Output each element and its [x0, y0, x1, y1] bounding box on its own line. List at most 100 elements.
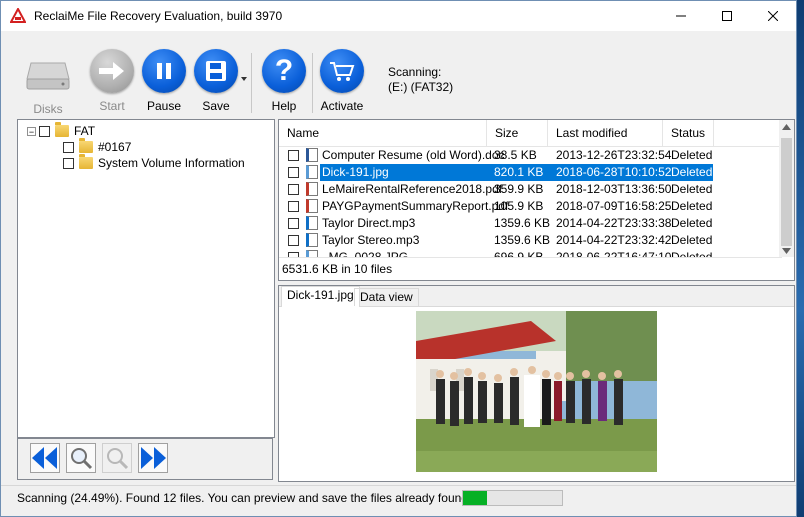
- pause-icon: [142, 49, 186, 93]
- pause-label: Pause: [146, 99, 182, 113]
- row-checkbox[interactable]: [288, 235, 299, 246]
- row-checkbox[interactable]: [288, 167, 299, 178]
- activate-button[interactable]: Activate: [315, 49, 369, 113]
- toolbar-separator: [251, 53, 252, 113]
- table-row[interactable]: Taylor Stereo.mp3 1359.6 KB 2014-04-22T23:…: [279, 232, 779, 249]
- disk-drive-icon: [26, 62, 80, 90]
- folder-icon: [79, 138, 93, 153]
- file-size: 359.9 KB: [494, 182, 544, 196]
- file-list-header: Name Size Last modified Status: [279, 120, 779, 147]
- file-name: PAYGPaymentSummaryReport.pdf: [322, 199, 509, 213]
- scroll-up-icon[interactable]: [782, 124, 791, 130]
- magnifier-icon: [71, 448, 93, 470]
- file-name: Dick-191.jpg: [322, 164, 389, 181]
- file-modified: 2013-12-26T23:32:54: [556, 148, 672, 162]
- file-modified: 2018-07-09T16:58:25: [556, 199, 672, 213]
- file-list[interactable]: Name Size Last modified Status Computer …: [278, 119, 795, 281]
- file-modified: 2018-06-28T10:10:52: [556, 164, 672, 181]
- shopping-cart-icon: [320, 49, 364, 93]
- table-row[interactable]: LeMaireRentalReference2018.pdf 359.9 KB 20…: [279, 181, 779, 198]
- file-name: Computer Resume (old Word).doc: [322, 148, 505, 162]
- double-left-arrow-icon: [32, 447, 57, 469]
- preview-tabs: Dick-191.jpg Data view: [279, 286, 794, 307]
- start-label: Start: [99, 99, 125, 113]
- collapse-icon[interactable]: −: [27, 126, 36, 136]
- tab-data-view[interactable]: Data view: [354, 288, 419, 306]
- file-status: Deleted: [671, 182, 713, 196]
- tab-image-preview[interactable]: Dick-191.jpg: [281, 286, 360, 307]
- file-status: Deleted: [671, 199, 713, 213]
- file-type-icon: [306, 165, 318, 179]
- scroll-thumb[interactable]: [781, 138, 792, 246]
- column-header-size[interactable]: Size: [487, 120, 548, 146]
- tree-checkbox[interactable]: [63, 157, 74, 169]
- file-list-scrollbar[interactable]: [779, 120, 794, 257]
- question-mark-icon: ?: [262, 49, 306, 93]
- tree-item-system-volume-information[interactable]: System Volume Information: [63, 154, 245, 171]
- progress-fill: [463, 491, 487, 505]
- preview-image: [416, 311, 657, 472]
- folder-tree[interactable]: − FAT #0167 System Volume Information: [17, 119, 275, 438]
- scanning-drive: (E:) (FAT32): [388, 80, 454, 94]
- window-title: ReclaiMe File Recovery Evaluation, build…: [34, 9, 283, 23]
- folder-icon: [79, 154, 93, 169]
- start-button[interactable]: Start: [85, 49, 139, 113]
- file-name: Taylor Stereo.mp3: [322, 233, 420, 247]
- close-button[interactable]: [750, 1, 796, 31]
- help-button[interactable]: ? Help: [257, 49, 311, 113]
- back-button[interactable]: [30, 443, 60, 473]
- table-row[interactable]: PAYGPaymentSummaryReport.pdf 105.9 KB 2018…: [279, 198, 779, 215]
- row-checkbox[interactable]: [288, 201, 299, 212]
- row-checkbox[interactable]: [288, 218, 299, 229]
- tree-item-0167[interactable]: #0167: [63, 138, 131, 155]
- forward-button[interactable]: [138, 443, 168, 473]
- row-checkbox[interactable]: [288, 150, 299, 161]
- tree-checkbox[interactable]: [63, 141, 74, 153]
- file-summary: 6531.6 KB in 10 files: [279, 257, 782, 280]
- maximize-button[interactable]: [704, 1, 750, 31]
- file-type-icon: [306, 148, 318, 162]
- column-header-status[interactable]: Status: [663, 120, 714, 146]
- column-header-modified[interactable]: Last modified: [548, 120, 663, 146]
- status-text: Scanning (24.49%). Found 12 files. You c…: [17, 491, 472, 505]
- scroll-down-icon[interactable]: [782, 248, 791, 254]
- save-label: Save: [202, 99, 230, 113]
- tree-item-root[interactable]: − FAT: [27, 122, 96, 139]
- table-row[interactable]: Computer Resume (old Word).doc 38.5 KB 201…: [279, 147, 779, 164]
- file-status: Deleted: [671, 233, 713, 247]
- minimize-button[interactable]: [658, 1, 704, 31]
- tree-item-label: FAT: [74, 124, 96, 138]
- disks-button[interactable]: Disks: [21, 49, 80, 116]
- file-type-icon: [306, 233, 318, 247]
- file-modified: 2018-12-03T13:36:50: [556, 182, 672, 196]
- search-off-button[interactable]: [102, 443, 132, 473]
- file-type-icon: [306, 216, 318, 230]
- file-modified: 2014-04-22T23:33:38: [556, 216, 672, 230]
- file-size: 1359.6 KB: [494, 233, 551, 247]
- search-button[interactable]: [66, 443, 96, 473]
- file-modified: 2014-04-22T23:32:42: [556, 233, 672, 247]
- app-window: ReclaiMe File Recovery Evaluation, build…: [0, 0, 797, 517]
- column-header-name[interactable]: Name: [279, 120, 487, 146]
- file-size: 820.1 KB: [494, 164, 544, 181]
- file-size: 38.5 KB: [494, 148, 537, 162]
- title-bar: ReclaiMe File Recovery Evaluation, build…: [1, 1, 796, 31]
- tree-item-label: System Volume Information: [98, 156, 245, 170]
- activate-label: Activate: [320, 99, 364, 113]
- scan-progress-bar: [462, 490, 563, 506]
- pause-button[interactable]: Pause: [137, 49, 191, 113]
- start-arrow-icon: [90, 49, 134, 93]
- file-status: Deleted: [671, 164, 713, 181]
- help-label: Help: [271, 99, 297, 113]
- table-row[interactable]: Dick-191.jpg 820.1 KB 2018-06-28T10:10:52 D…: [279, 164, 779, 181]
- save-dropdown-icon[interactable]: [241, 77, 247, 81]
- row-checkbox[interactable]: [288, 184, 299, 195]
- save-button[interactable]: Save: [189, 49, 243, 113]
- folder-icon: [55, 122, 69, 137]
- status-bar: Scanning (24.49%). Found 12 files. You c…: [1, 485, 796, 511]
- scanning-label: Scanning:: [388, 65, 442, 79]
- file-size: 1359.6 KB: [494, 216, 551, 230]
- file-size: 105.9 KB: [494, 199, 544, 213]
- tree-checkbox[interactable]: [39, 125, 50, 137]
- table-row[interactable]: Taylor Direct.mp3 1359.6 KB 2014-04-22T23:…: [279, 215, 779, 232]
